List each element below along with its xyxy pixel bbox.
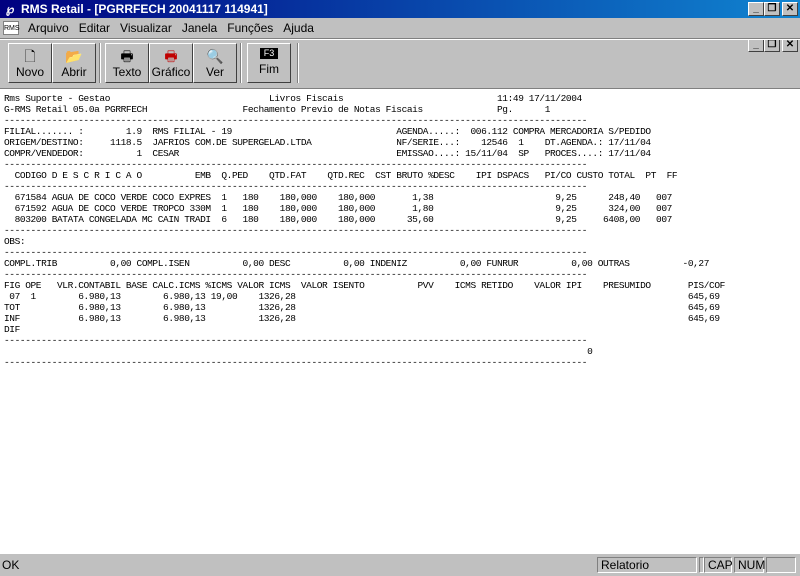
printer-icon: 🖶 <box>120 48 134 64</box>
preview-icon: 🔍 <box>206 48 224 64</box>
toolbar: 🗋 Novo 📂 Abrir 🖶 Texto 🖶 Gráfico 🔍 Ver F… <box>0 38 800 87</box>
toolbar-separator <box>297 43 299 83</box>
novo-label: Novo <box>15 65 44 79</box>
status-bar: OK Relatorio CAP NUM <box>0 555 800 576</box>
restore-button[interactable]: ❐ <box>764 2 780 16</box>
report-text: Rms Suporte - Gestao Livros Fiscais 11:4… <box>0 89 800 368</box>
menu-ajuda[interactable]: Ajuda <box>278 21 319 35</box>
report-line: 671592 AGUA DE COCO VERDE TROPCO 330M 1 … <box>4 203 673 214</box>
abrir-label: Abrir <box>61 65 87 79</box>
report-line: 0 <box>4 346 593 357</box>
toolbar-separator <box>99 43 101 83</box>
toolbar-separator <box>240 43 242 83</box>
report-line: DIF <box>4 324 20 335</box>
report-line: ----------------------------------------… <box>4 247 588 258</box>
color-printer-icon: 🖶 <box>164 48 178 64</box>
status-panel-extra <box>766 557 796 573</box>
app-icon: ℘ <box>5 2 15 16</box>
ver-button[interactable]: 🔍 Ver <box>193 43 237 83</box>
window-controls: _ ❐ ✕ <box>748 2 798 16</box>
menu-funcoes[interactable]: Funções <box>222 21 278 35</box>
report-line: ----------------------------------------… <box>4 335 588 346</box>
report-line: TOT 6.980,13 6.980,13 1326,28 645,69 <box>4 302 720 313</box>
grafico-button[interactable]: 🖶 Gráfico <box>149 43 193 83</box>
report-view[interactable]: Rms Suporte - Gestao Livros Fiscais 11:4… <box>0 88 800 554</box>
grafico-label: Gráfico <box>151 65 191 79</box>
report-line: ----------------------------------------… <box>4 159 588 170</box>
report-line: 07 1 6.980,13 6.980,13 19,00 1326,28 645… <box>4 291 720 302</box>
novo-button[interactable]: 🗋 Novo <box>8 43 52 83</box>
minimize-button[interactable]: _ <box>748 2 764 16</box>
f3-key-icon: F3 <box>259 48 279 59</box>
report-line: FILIAL....... : 1.9 RMS FILIAL - 19 AGEN… <box>4 126 651 137</box>
status-text: OK <box>2 558 20 572</box>
status-panel-report: Relatorio <box>597 557 697 573</box>
texto-button[interactable]: 🖶 Texto <box>105 43 149 83</box>
abrir-button[interactable]: 📂 Abrir <box>52 43 96 83</box>
status-panel-cap: CAP <box>704 557 733 573</box>
report-line: OBS: <box>4 236 26 247</box>
document-icon[interactable]: RMS <box>3 20 20 35</box>
report-line: COMPR/VENDEDOR: 1 CESAR EMISSAO....: 15/… <box>4 148 651 159</box>
report-line: ----------------------------------------… <box>4 357 588 368</box>
report-line: FIG OPE VLR.CONTABIL BASE CALC.ICMS %ICM… <box>4 280 725 291</box>
fim-button[interactable]: F3 Fim <box>247 43 291 83</box>
new-file-icon: 🗋 <box>24 48 36 64</box>
report-line: INF 6.980,13 6.980,13 1326,28 645,69 <box>4 313 720 324</box>
title-bar: ℘ RMS Retail - [PGRRFECH 20041117 114941… <box>0 0 800 18</box>
report-line: ----------------------------------------… <box>4 225 588 236</box>
report-line: Rms Suporte - Gestao Livros Fiscais 11:4… <box>4 93 582 104</box>
report-line: ----------------------------------------… <box>4 181 588 192</box>
menu-editar[interactable]: Editar <box>74 21 115 35</box>
fim-label: Fim <box>259 62 279 76</box>
menu-janela[interactable]: Janela <box>177 21 222 35</box>
window-title: RMS Retail - [PGRRFECH 20041117 114941] <box>21 2 268 16</box>
menu-visualizar[interactable]: Visualizar <box>115 21 177 35</box>
report-line: ----------------------------------------… <box>4 269 588 280</box>
report-line: G-RMS Retail 05.0a PGRRFECH Fechamento P… <box>4 104 550 115</box>
status-panel-num: NUM <box>734 557 765 573</box>
open-folder-icon: 📂 <box>65 48 83 64</box>
menu-bar: RMS Arquivo Editar Visualizar Janela Fun… <box>0 18 800 52</box>
report-line: 671584 AGUA DE COCO VERDE COCO EXPRES 1 … <box>4 192 673 203</box>
report-line: COMPL.TRIB 0,00 COMPL.ISEN 0,00 DESC 0,0… <box>4 258 710 269</box>
report-line: 803200 BATATA CONGELADA MC CAIN TRADI 6 … <box>4 214 673 225</box>
close-button[interactable]: ✕ <box>782 2 798 16</box>
texto-label: Texto <box>112 65 142 79</box>
report-line: ----------------------------------------… <box>4 115 588 126</box>
report-line: ORIGEM/DESTINO: 1118.5 JAFRIOS COM.DE SU… <box>4 137 651 148</box>
ver-label: Ver <box>205 65 224 79</box>
menu-arquivo[interactable]: Arquivo <box>23 21 74 35</box>
report-line: CODIGO D E S C R I C A O EMB Q.PED QTD.F… <box>4 170 678 181</box>
